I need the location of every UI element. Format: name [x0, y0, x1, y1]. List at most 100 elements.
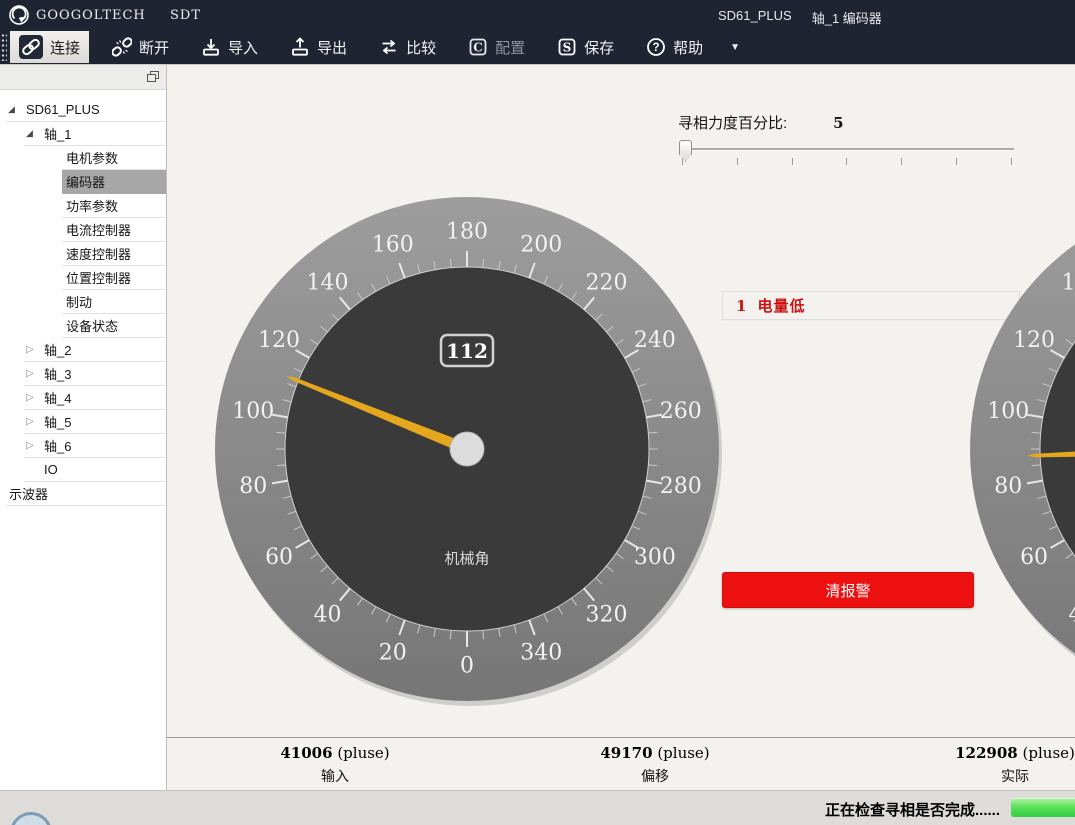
svg-text:60: 60: [1020, 545, 1048, 570]
svg-text:160: 160: [372, 233, 414, 258]
tree-item-oscilloscope[interactable]: 示波器: [6, 482, 166, 506]
toolbar-label: 导出: [317, 37, 347, 58]
tree-item-encoder[interactable]: 编码器: [62, 170, 166, 194]
toolbar-grip[interactable]: [1, 33, 7, 61]
tree-item-motor-params[interactable]: 电机参数: [62, 146, 166, 170]
tree-item-axis-4[interactable]: ▷轴_4: [24, 386, 166, 410]
phase-slider-ticks: [682, 158, 1012, 166]
collapse-arrow-icon[interactable]: ▷: [26, 368, 44, 379]
tree-item-axis-2[interactable]: ▷轴_2: [24, 338, 166, 362]
input-pulse-value: 41006: [280, 744, 332, 762]
svg-text:240: 240: [634, 328, 676, 353]
tree-item-axis-3[interactable]: ▷轴_3: [24, 362, 166, 386]
readout-label: 输入: [280, 766, 389, 786]
app-name: SDT: [170, 8, 201, 23]
status-message: 正在检查寻相是否完成......: [825, 799, 1000, 820]
toolbar-label: 比较: [406, 37, 436, 58]
collapse-arrow-icon[interactable]: ▷: [26, 344, 44, 355]
export-button[interactable]: 导出: [281, 31, 356, 63]
pulse-unit: (pluse): [657, 744, 709, 762]
svg-text:C: C: [473, 40, 483, 54]
actual-pulse-value: 122908: [955, 744, 1018, 762]
svg-text:100: 100: [987, 399, 1029, 424]
compare-button[interactable]: 比较: [370, 31, 445, 63]
svg-text:200: 200: [520, 233, 562, 258]
title-bar: GOOGOLTECH SDT SD61_PLUS 轴_1 编码器: [0, 0, 1075, 30]
svg-text:180: 180: [446, 220, 488, 245]
encoder-gauge-area: 寻相力度百分比: 5 1 电量低 02040608010012014016018…: [167, 65, 1075, 737]
readout-label: 实际: [955, 766, 1075, 786]
svg-text:140: 140: [1062, 270, 1075, 295]
disconnect-button[interactable]: 断开: [103, 31, 178, 63]
undock-panel-icon[interactable]: [147, 71, 159, 82]
phase-slider-value: 5: [833, 114, 843, 132]
chain-broken-icon: [112, 37, 132, 57]
svg-text:280: 280: [660, 474, 702, 499]
svg-text:100: 100: [232, 399, 274, 424]
svg-text:80: 80: [239, 474, 267, 499]
tree-item-io[interactable]: IO: [24, 458, 166, 482]
expand-arrow-icon[interactable]: ◢: [26, 128, 44, 139]
clear-alarm-button[interactable]: 清报警: [722, 572, 974, 608]
phase-slider-label: 寻相力度百分比:: [678, 112, 787, 133]
svg-text:140: 140: [307, 270, 349, 295]
svg-text:260: 260: [660, 399, 702, 424]
pulse-unit: (pluse): [337, 744, 389, 762]
letter-c-icon: C: [468, 37, 488, 57]
save-button[interactable]: S 保存: [548, 31, 623, 63]
tree-item-axis-6[interactable]: ▷轴_6: [24, 434, 166, 458]
context-device: SD61_PLUS: [718, 8, 792, 27]
toolbar-overflow-caret[interactable]: ▼: [730, 42, 740, 53]
svg-text:20: 20: [379, 640, 407, 665]
collapse-arrow-icon[interactable]: ▷: [26, 416, 44, 427]
brand-text: GOOGOLTECH: [36, 8, 146, 23]
svg-text:0: 0: [460, 654, 474, 679]
compare-arrows-icon: [379, 37, 399, 57]
main-panel: 寻相力度百分比: 5 1 电量低 02040608010012014016018…: [167, 65, 1075, 790]
tree-item-power-params[interactable]: 功率参数: [62, 194, 166, 218]
progress-bar: [1011, 798, 1075, 817]
svg-text:320: 320: [585, 603, 627, 628]
gauge-caption: 机械角: [444, 551, 489, 568]
tree-item-current-controller[interactable]: 电流控制器: [62, 218, 166, 242]
sidebar-header: [0, 65, 166, 90]
svg-text:300: 300: [634, 545, 676, 570]
toolbar-label: 导入: [228, 37, 258, 58]
letter-s-icon: S: [557, 37, 577, 57]
import-button[interactable]: 导入: [192, 31, 267, 63]
toolbar-label: 配置: [495, 37, 525, 58]
toolbar-label: 连接: [50, 37, 80, 58]
svg-text:340: 340: [520, 640, 562, 665]
toolbar-label: 断开: [139, 37, 169, 58]
collapse-arrow-icon[interactable]: ▷: [26, 392, 44, 403]
window-context: SD61_PLUS 轴_1 编码器: [718, 8, 882, 27]
tree-item-device-status[interactable]: 设备状态: [62, 314, 166, 338]
connect-button[interactable]: 连接: [10, 31, 89, 63]
secondary-angle-gauge: 0204060801001201401601802002202402602803…: [970, 197, 1075, 706]
gauge-hub: [450, 432, 484, 466]
googoltech-logo-icon: [8, 4, 30, 26]
collapse-arrow-icon[interactable]: ▷: [26, 440, 44, 451]
phase-slider-track[interactable]: [680, 148, 1014, 150]
config-button[interactable]: C 配置: [459, 31, 534, 63]
tree-item-brake[interactable]: 制动: [62, 290, 166, 314]
tree-item-speed-controller[interactable]: 速度控制器: [62, 242, 166, 266]
tree-item-axis-5[interactable]: ▷轴_5: [24, 410, 166, 434]
svg-text:120: 120: [258, 328, 300, 353]
svg-text:40: 40: [314, 603, 342, 628]
expand-arrow-icon[interactable]: ◢: [8, 104, 26, 115]
toolbar-label: 保存: [584, 37, 614, 58]
tree-item-axis-1[interactable]: ◢轴_1: [24, 122, 166, 146]
help-button[interactable]: ? 帮助: [637, 31, 712, 63]
question-circle-icon: ?: [646, 37, 666, 57]
readout-offset: 49170 (pluse) 偏移: [600, 744, 709, 786]
svg-text:S: S: [563, 40, 572, 54]
parameter-sidebar: ◢SD61_PLUS ◢轴_1 电机参数 编码器 功率参数 电流控制器 速度控制…: [0, 65, 167, 790]
context-page: 轴_1 编码器: [812, 8, 882, 27]
svg-text:220: 220: [585, 270, 627, 295]
readout-label: 偏移: [600, 766, 709, 786]
svg-text:120: 120: [1013, 328, 1055, 353]
svg-text:60: 60: [265, 545, 293, 570]
tree-item-sd61-plus[interactable]: ◢SD61_PLUS: [6, 98, 166, 122]
tree-item-position-controller[interactable]: 位置控制器: [62, 266, 166, 290]
